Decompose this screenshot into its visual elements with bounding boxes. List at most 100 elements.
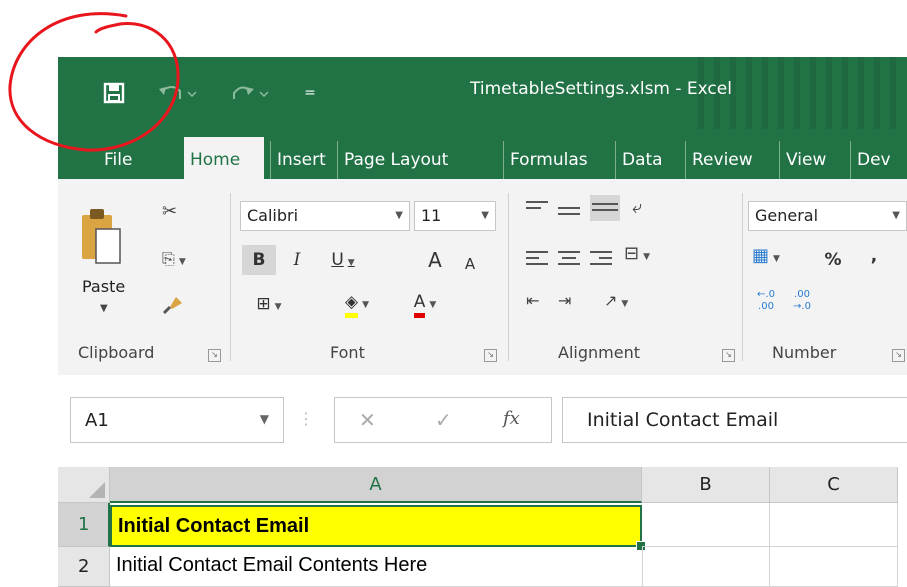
customize-qat-button[interactable]: = [300,75,320,111]
group-divider [230,193,231,361]
name-box-value: A1 [85,410,109,431]
paste-label: Paste [82,277,126,296]
enter-icon[interactable]: ✓ [435,408,452,432]
underline-button[interactable]: U ▼ [318,245,368,275]
font-name-select[interactable]: Calibri ▼ [240,201,410,231]
tab-view[interactable]: View [779,141,832,179]
cell-c2[interactable] [770,547,898,587]
customize-qat-icon: = [304,85,316,101]
wrap-text-icon[interactable]: ⤶ [632,197,642,218]
top-align-icon[interactable] [526,201,548,219]
formula-input[interactable]: Initial Contact Email [562,397,907,443]
alignment-group-label: Alignment [558,343,640,362]
tab-file[interactable]: File [98,141,138,179]
select-all-button[interactable] [58,467,110,503]
formula-buttons: ✕ ✓ fx [334,397,552,443]
title-bar: = TimetableSettings.xlsm - Excel [58,57,907,129]
redo-button[interactable] [226,75,274,111]
increase-indent-icon[interactable]: ⇥ [558,291,571,310]
undo-button[interactable] [154,75,202,111]
font-size-select[interactable]: 11 ▼ [414,201,496,231]
comma-button[interactable]: , [864,241,884,271]
format-painter-icon[interactable] [162,295,184,320]
save-icon [103,82,125,104]
grow-font-button[interactable]: A [420,245,450,275]
font-group-label: Font [330,343,365,362]
borders-button[interactable]: ⊞ ▼ [242,289,296,319]
percent-button[interactable]: % [820,245,846,275]
column-header-b[interactable]: B [642,467,770,503]
orientation-icon[interactable]: ↗ ▼ [604,291,628,310]
column-header-c[interactable]: C [770,467,898,503]
clipboard-group-label: Clipboard [78,343,155,362]
paste-button[interactable] [80,207,121,265]
row-header-2[interactable]: 2 [58,547,110,587]
column-header-a[interactable]: A [110,467,642,503]
decrease-indent-icon[interactable]: ⇤ [526,291,539,310]
middle-align-icon[interactable] [558,207,580,225]
ribbon-tabs: File Home Insert Page Layout Formulas Da… [58,129,907,179]
font-launcher-icon[interactable]: ↘ [484,349,497,362]
cell-b1[interactable] [642,503,770,547]
chevron-down-icon[interactable]: ▼ [260,412,269,426]
italic-button[interactable]: I [282,245,312,275]
alignment-launcher-icon[interactable]: ↘ [722,349,735,362]
tab-review[interactable]: Review [685,141,759,179]
tab-developer[interactable]: Dev [850,141,897,179]
formula-input-value: Initial Contact Email [587,409,779,431]
bottom-align-icon[interactable] [590,195,620,221]
underline-label: U [331,250,344,270]
bold-button[interactable]: B [242,245,276,275]
fill-color-button[interactable]: ◈ ▼ [330,287,384,318]
save-button[interactable] [94,75,134,111]
formula-bar: A1 ▼ ⋮ ✕ ✓ fx Initial Contact Email [58,375,907,467]
number-launcher-icon[interactable]: ↘ [892,349,905,362]
align-center-icon[interactable] [558,251,580,269]
cell-a2[interactable]: Initial Contact Email Contents Here [110,547,642,587]
name-box[interactable]: A1 ▼ [70,397,284,443]
redo-icon [233,86,269,99]
paste-dropdown-icon[interactable]: ▼ [100,303,108,314]
cell-c1[interactable] [770,503,898,547]
cut-icon[interactable]: ✂ [162,201,177,222]
paint-bucket-icon: ◈ [345,291,359,318]
paste-icon [82,209,121,264]
ribbon: Paste ▼ ✂ ⎘ ▼ Clipboard ↘ Calibri ▼ 11 ▼ … [58,179,907,376]
chevron-down-icon: ▼ [481,210,489,221]
clipboard-launcher-icon[interactable]: ↘ [208,349,221,362]
tab-insert[interactable]: Insert [270,141,332,179]
copy-icon[interactable]: ⎘ ▼ [162,249,186,269]
group-divider [508,193,509,361]
font-name-value: Calibri [247,206,299,225]
shrink-font-button[interactable]: A [456,249,484,279]
font-color-button[interactable]: A ▼ [398,287,452,318]
tab-page-layout[interactable]: Page Layout [337,141,454,179]
number-group-label: Number [772,343,837,362]
font-color-icon: A [413,291,426,318]
insert-function-icon[interactable]: fx [503,408,520,429]
increase-decimal-button[interactable]: ←.0 .00 [752,289,780,319]
number-format-value: General [755,206,819,225]
group-divider [742,193,743,361]
font-size-value: 11 [421,206,442,225]
align-right-icon[interactable] [590,251,612,269]
decrease-decimal-button[interactable]: .00 →.0 [788,289,816,319]
cell-a1[interactable]: Initial Contact Email [110,505,642,547]
tab-formulas[interactable]: Formulas [503,141,594,179]
number-format-select[interactable]: General ▼ [748,201,907,231]
brush-icon [162,297,182,315]
borders-icon: ⊞ [256,294,271,314]
window-title: TimetableSettings.xlsm - Excel [470,79,732,99]
chevron-down-icon: ▼ [892,210,900,221]
cell-b2[interactable] [642,547,770,587]
tab-data[interactable]: Data [615,141,669,179]
tab-home[interactable]: Home [184,137,264,179]
merge-center-icon[interactable]: ⊟ ▼ [624,243,650,264]
accounting-format-icon[interactable]: ▦ ▼ [752,245,780,266]
row-header-1[interactable]: 1 [58,503,110,547]
chevron-down-icon: ▼ [395,210,403,221]
align-left-icon[interactable] [526,251,548,269]
undo-icon [159,86,197,99]
resize-handle-icon[interactable]: ⋮ [298,409,314,428]
cancel-icon[interactable]: ✕ [359,408,376,432]
